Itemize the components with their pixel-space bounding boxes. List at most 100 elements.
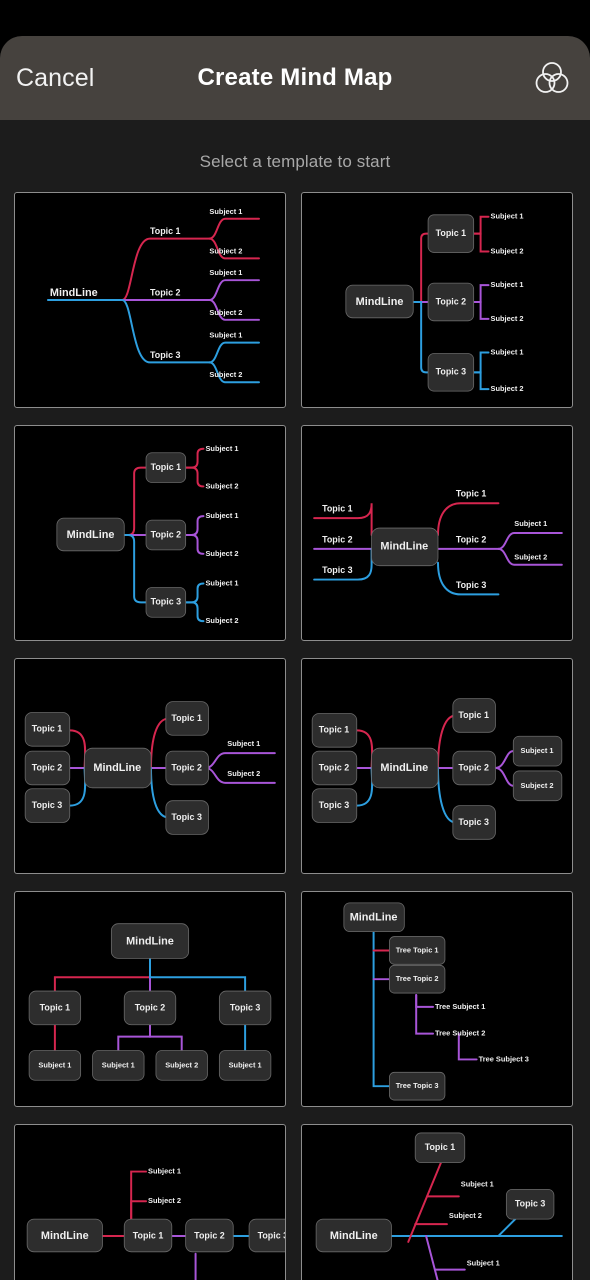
node-topic-2: Topic 2 — [185, 1218, 234, 1253]
node-subject-1: Subject 1 — [92, 1050, 145, 1081]
node-subject-1: Subject 1 — [227, 739, 260, 748]
node-subject-1: Subject 1 — [491, 212, 524, 221]
node-root: MindLine — [56, 517, 125, 552]
node-topic-2: Topic 2 — [456, 534, 487, 544]
svg-text:Topic 3: Topic 3 — [436, 367, 467, 377]
svg-text:MindLine: MindLine — [126, 935, 174, 947]
node-topic-1: Topic 1 — [322, 504, 353, 514]
node-topic-3: Topic 3 — [145, 587, 187, 618]
svg-text:Subject 1: Subject 1 — [102, 1060, 135, 1069]
template-card-right-bracket-boxes[interactable]: MindLine Topic 1 Topic 2 Topic 3 Subject… — [14, 425, 286, 641]
node-topic-1: Topic 1 — [28, 990, 82, 1026]
node-subject-2: Subject 2 — [205, 549, 238, 558]
template-card-bilateral-all-boxes[interactable]: Topic 1 Topic 2 Topic 3 MindLine Topic 1… — [301, 658, 573, 874]
node-root: MindLine — [343, 902, 405, 933]
node-topic-2: Topic 2 — [150, 287, 181, 297]
node-subject-1: Subject 1 — [205, 578, 238, 587]
node-root: MindLine — [371, 527, 439, 567]
sheet-header: Cancel Create Mind Map — [0, 36, 590, 120]
node-tree-topic-2: Tree Topic 2 — [389, 964, 446, 994]
node-subject-1: Subject 1 — [209, 207, 242, 216]
svg-text:Topic 2: Topic 2 — [151, 529, 182, 539]
node-subject-1: Subject 1 — [205, 511, 238, 520]
node-subject-1: Subject 1 — [28, 1050, 82, 1081]
template-card-vertical-tree-outline[interactable]: MindLine Tree Topic 1 Tree Topic 2 Tree … — [301, 891, 573, 1107]
svg-text:Subject 1: Subject 1 — [521, 746, 554, 755]
template-card-top-down-org-chart[interactable]: MindLine Topic 1 Topic 2 Topic 3 Subject… — [14, 891, 286, 1107]
node-subject-2: Subject 2 — [148, 1196, 181, 1205]
svg-text:Topic 3: Topic 3 — [151, 597, 182, 607]
node-subject-2: Subject 2 — [209, 246, 242, 255]
cancel-button[interactable]: Cancel — [16, 64, 94, 93]
node-subject-1: Subject 1 — [491, 347, 524, 356]
node-topic-2: Topic 2 — [24, 750, 71, 786]
subtitle: Select a template to start — [199, 152, 391, 171]
node-subject-1: Subject 1 — [209, 331, 242, 340]
node-subject-1: Subject 1 — [218, 1050, 272, 1081]
node-subject-2: Subject 2 — [205, 481, 238, 490]
svg-text:MindLine: MindLine — [350, 912, 398, 924]
svg-text:Topic 1: Topic 1 — [458, 710, 489, 720]
node-subject-1: Subject 1 — [467, 1259, 500, 1268]
three-circles-palette-icon[interactable] — [532, 58, 572, 98]
svg-text:Topic 3: Topic 3 — [319, 800, 350, 810]
node-topic-1: Topic 1 — [24, 712, 71, 747]
app-screen: Cancel Create Mind Map Select a template… — [0, 0, 590, 1280]
node-topic-1: Topic 1 — [123, 1218, 173, 1253]
svg-text:Subject 2: Subject 2 — [165, 1060, 198, 1069]
svg-text:Topic 1: Topic 1 — [133, 1230, 164, 1240]
svg-text:Topic 2: Topic 2 — [171, 762, 202, 772]
node-topic-2: Topic 2 — [427, 282, 475, 322]
node-topic-2: Topic 2 — [145, 519, 187, 551]
template-grid: MindLine Topic 1 Topic 2 Topic 3 Subject… — [0, 192, 590, 1280]
node-subject-2: Subject 2 — [209, 370, 242, 379]
node-topic-1: Topic 1 — [165, 701, 209, 736]
svg-text:MindLine: MindLine — [380, 762, 428, 774]
node-root: MindLine — [50, 287, 98, 299]
svg-text:Tree Topic 1: Tree Topic 1 — [396, 945, 439, 954]
node-tree-topic-1: Tree Topic 1 — [389, 936, 446, 965]
node-subject-2: Subject 2 — [227, 769, 260, 778]
node-topic-2: Topic 2 — [165, 750, 209, 786]
node-subject-1: Subject 1 — [205, 444, 238, 453]
node-subject-1: Subject 1 — [514, 519, 547, 528]
node-topic-3: Topic 3 — [248, 1218, 285, 1253]
template-card-fishbone-diagonal[interactable]: Topic 1 MindLine Topic 3 Subject 1 Subje… — [301, 1124, 573, 1280]
node-topic-1: Topic 1 — [456, 489, 487, 499]
node-topic-2: Topic 2 — [311, 750, 358, 786]
svg-text:MindLine: MindLine — [330, 1230, 378, 1242]
node-topic-1: Topic 1 — [150, 226, 181, 236]
node-topic-1: Topic 1 — [427, 214, 475, 253]
node-root: MindLine — [315, 1218, 392, 1253]
node-subject-1: Subject 1 — [512, 735, 563, 767]
node-root: MindLine — [345, 284, 414, 319]
template-card-right-curved-lines[interactable]: MindLine Topic 1 Topic 2 Topic 3 Subject… — [14, 192, 286, 408]
template-card-right-orthogonal-boxes[interactable]: MindLine Topic 1 Topic 2 Topic 3 Subject… — [301, 192, 573, 408]
node-topic-3: Topic 3 — [150, 350, 181, 360]
node-topic-2: Topic 2 — [322, 534, 353, 544]
svg-text:Topic 2: Topic 2 — [135, 1002, 166, 1012]
svg-text:MindLine: MindLine — [356, 296, 404, 308]
node-topic-1: Topic 1 — [145, 452, 187, 483]
svg-text:MindLine: MindLine — [41, 1230, 89, 1242]
svg-text:Subject 1: Subject 1 — [38, 1060, 71, 1069]
node-subject-2: Subject 2 — [491, 314, 524, 323]
node-tree-subject-1: Tree Subject 1 — [435, 1002, 485, 1011]
node-subject-2: Subject 2 — [491, 384, 524, 393]
node-tree-topic-3: Tree Topic 3 — [389, 1071, 446, 1101]
svg-text:MindLine: MindLine — [380, 541, 428, 553]
node-subject-2: Subject 2 — [209, 308, 242, 317]
node-tree-subject-2: Tree Subject 2 — [435, 1029, 485, 1038]
svg-text:Topic 2: Topic 2 — [194, 1230, 225, 1240]
template-card-bilateral-boxes-lines[interactable]: Topic 1 Topic 2 Topic 3 MindLine Topic 1… — [14, 658, 286, 874]
template-card-horizontal-timeline-boxes[interactable]: MindLine Topic 1 Topic 2 Topic 3 Subje — [14, 1124, 286, 1280]
node-topic-3: Topic 3 — [24, 788, 71, 823]
svg-text:Topic 3: Topic 3 — [258, 1230, 285, 1240]
node-root: MindLine — [110, 923, 190, 959]
svg-text:Topic 3: Topic 3 — [515, 1199, 546, 1209]
node-root: MindLine — [371, 747, 439, 789]
node-subject-2: Subject 2 — [205, 616, 238, 625]
template-card-bilateral-curved-lines[interactable]: Topic 1 Topic 2 Topic 3 Topic 1 Topic 2 … — [301, 425, 573, 641]
node-topic-3: Topic 3 — [311, 788, 358, 823]
svg-text:Tree Topic 2: Tree Topic 2 — [396, 974, 439, 983]
